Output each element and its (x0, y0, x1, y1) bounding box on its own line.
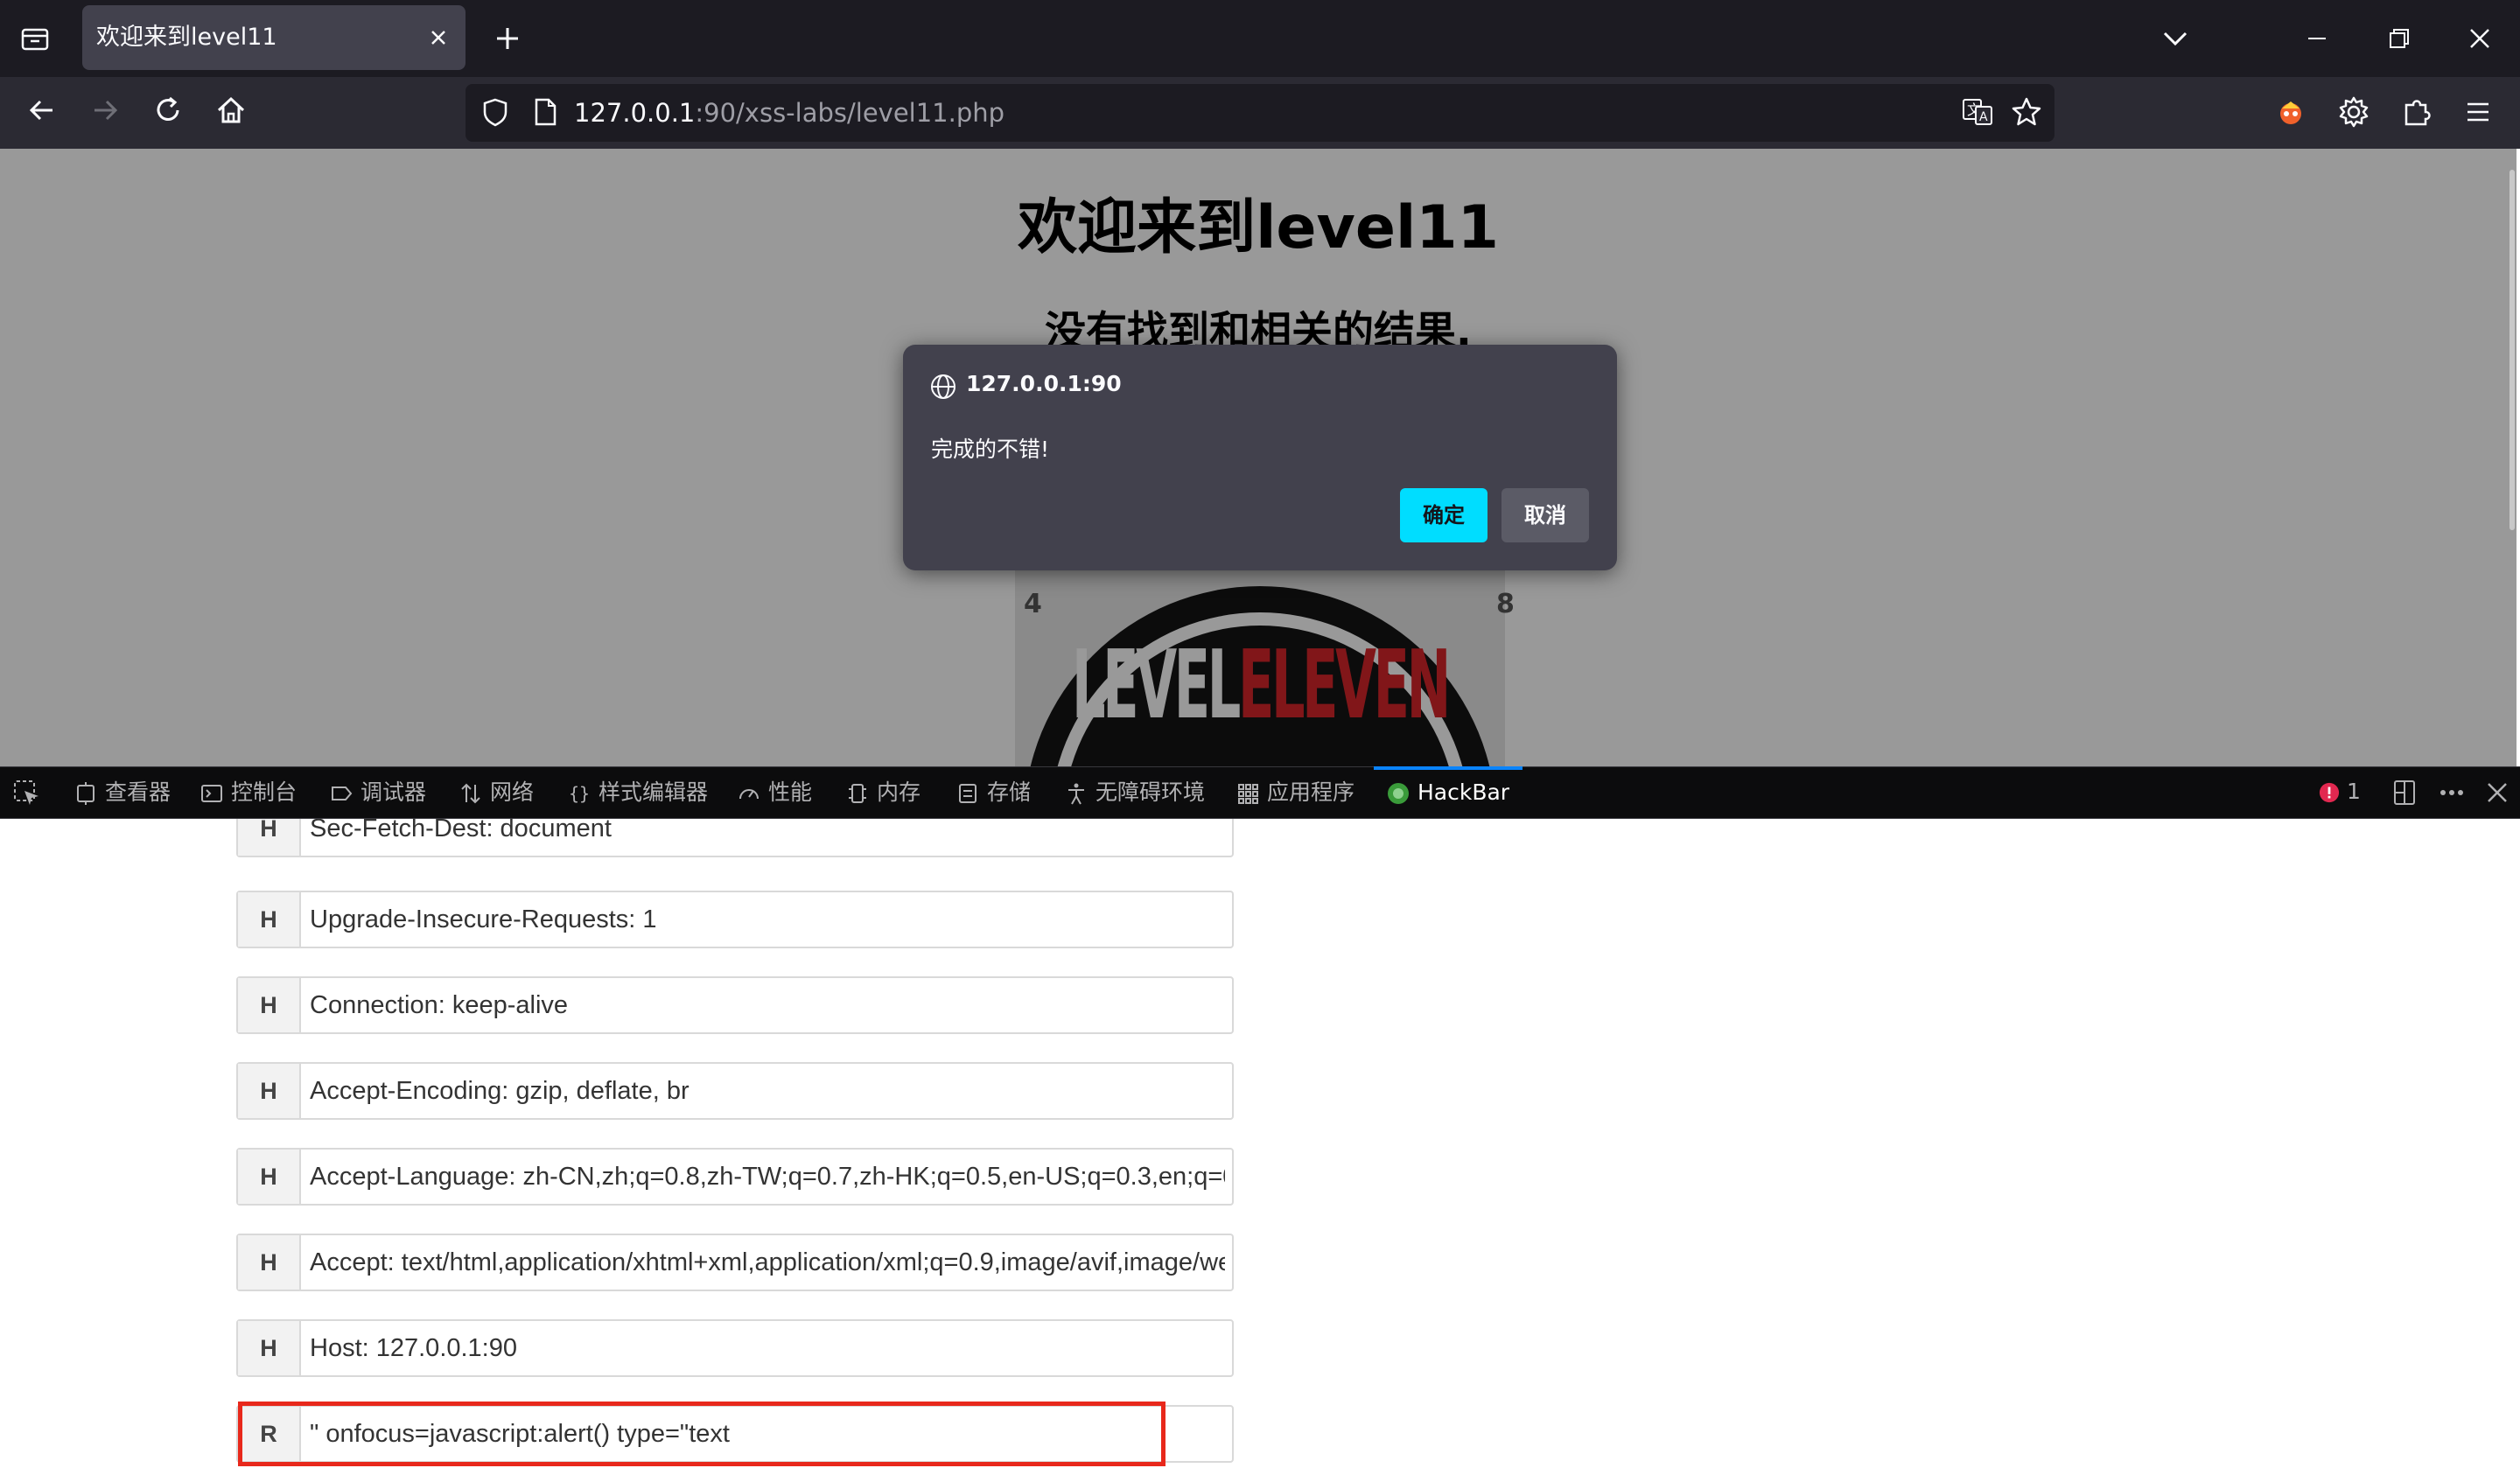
row-type-tag[interactable]: H (238, 1150, 301, 1204)
debugger-icon (332, 786, 353, 800)
page-icon[interactable] (530, 96, 560, 128)
svg-text:{}: {} (569, 783, 590, 804)
tab-storage[interactable]: 存储 (956, 767, 1031, 818)
devtools-toolbar: 查看器 控制台 调试器 网络 {} 样式编辑器 性能 内存 存储 无障碍环境 应用… (0, 766, 2520, 819)
minimize-icon[interactable] (2300, 23, 2334, 54)
forward-arrow-icon[interactable] (88, 93, 122, 128)
header-value-input[interactable]: Host: 127.0.0.1:90 (310, 1321, 1225, 1375)
network-icon (461, 783, 480, 804)
tab-memory-label: 内存 (877, 779, 921, 805)
highlight-annotation (238, 1402, 1166, 1466)
hackbar-icon (1388, 783, 1409, 804)
header-row[interactable]: H Accept-Language: zh-CN,zh;q=0.8,zh-TW;… (236, 1148, 1234, 1206)
alert-dialog: 127.0.0.1:90 完成的不错! 确定 取消 (903, 345, 1617, 570)
tab-accessibility-label: 无障碍环境 (1096, 779, 1206, 805)
url-text[interactable]: 127.0.0.1:90/xss-labs/level11.php (574, 84, 1004, 142)
tab-network-label: 网络 (490, 779, 535, 805)
dock-side-icon[interactable] (2390, 779, 2418, 807)
header-value-input[interactable]: Accept-Language: zh-CN,zh;q=0.8,zh-TW;q=… (310, 1150, 1225, 1204)
tab-accessibility[interactable]: 无障碍环境 (1064, 767, 1205, 818)
tab-style-editor[interactable]: {} 样式编辑器 (567, 767, 708, 818)
error-icon (2319, 782, 2340, 803)
close-window-icon[interactable] (2462, 21, 2497, 56)
tab-debugger[interactable]: 调试器 (329, 767, 426, 818)
url-host: 127.0.0.1 (574, 98, 696, 128)
tab-debugger-label: 调试器 (360, 779, 427, 805)
error-count: 1 (2346, 779, 2361, 804)
hackbar-extension-icon[interactable] (2272, 93, 2310, 131)
header-row[interactable]: H Accept-Encoding: gzip, deflate, br (236, 1062, 1234, 1120)
tab-title: 欢迎来到level11 (96, 24, 277, 51)
tab-application[interactable]: 应用程序 (1236, 767, 1354, 818)
row-type-tag[interactable]: H (238, 892, 301, 947)
more-options-icon[interactable] (2436, 779, 2468, 807)
dialog-message: 完成的不错! (931, 437, 1050, 462)
header-value-input[interactable]: Accept-Encoding: gzip, deflate, br (310, 1064, 1225, 1118)
header-row[interactable]: H Connection: keep-alive (236, 976, 1234, 1034)
row-type-tag[interactable]: H (238, 1321, 301, 1375)
storage-icon (959, 784, 976, 803)
memory-chip-icon (849, 784, 866, 803)
hamburger-menu-icon[interactable] (2459, 93, 2497, 131)
active-tab-indicator (1374, 766, 1522, 770)
console-icon (201, 785, 222, 802)
tab-performance-label: 性能 (768, 779, 813, 805)
braces-icon: {} (569, 783, 590, 804)
performance-gauge-icon (739, 789, 759, 800)
header-row[interactable]: H Upgrade-Insecure-Requests: 1 (236, 891, 1234, 948)
tab-application-label: 应用程序 (1267, 779, 1355, 805)
header-row[interactable]: H Sec-Fetch-Dest: document (236, 819, 1234, 857)
shield-icon[interactable] (478, 94, 513, 129)
close-tab-icon[interactable] (422, 21, 455, 54)
reload-icon[interactable] (150, 93, 186, 128)
back-arrow-icon[interactable] (24, 93, 60, 128)
app-grid-icon (1238, 784, 1258, 804)
tab-inspector[interactable]: 查看器 (74, 767, 171, 818)
translate-icon[interactable]: 文 A (1960, 94, 1995, 129)
tab-storage-label: 存储 (987, 779, 1032, 805)
url-path: :90/xss-labs/level11.php (695, 98, 1005, 128)
dialog-origin: 127.0.0.1:90 (966, 371, 1122, 396)
tab-style-editor-label: 样式编辑器 (598, 779, 709, 805)
row-type-tag[interactable]: H (238, 819, 301, 856)
hackbar-panel: H Sec-Fetch-Dest: document H Upgrade-Ins… (0, 819, 2520, 1482)
gear-icon[interactable] (2334, 93, 2373, 131)
header-value-input[interactable]: Connection: keep-alive (310, 978, 1225, 1032)
row-type-tag[interactable]: H (238, 978, 301, 1032)
row-type-tag[interactable]: H (238, 1235, 301, 1290)
active-tab[interactable]: 欢迎来到level11 (82, 5, 466, 70)
restore-icon[interactable] (2382, 21, 2417, 56)
page-scrollbar[interactable] (2510, 170, 2515, 530)
chevron-down-icon[interactable] (2158, 23, 2193, 54)
svg-text:A: A (1979, 110, 1988, 124)
tab-console[interactable]: 控制台 (200, 767, 297, 818)
tab-performance[interactable]: 性能 (737, 767, 812, 818)
header-row[interactable]: H Host: 127.0.0.1:90 (236, 1319, 1234, 1377)
home-icon[interactable] (214, 93, 248, 128)
error-count-badge[interactable]: 1 (2319, 766, 2361, 817)
close-devtools-icon[interactable] (2483, 779, 2511, 807)
header-value-input[interactable]: Upgrade-Insecure-Requests: 1 (310, 892, 1225, 947)
bookmark-star-icon[interactable] (2009, 94, 2044, 129)
row-type-tag[interactable]: H (238, 1064, 301, 1118)
extensions-puzzle-icon[interactable] (2398, 93, 2436, 131)
tab-inspector-label: 查看器 (105, 779, 172, 805)
ok-button[interactable]: 确定 (1400, 488, 1488, 542)
cancel-button[interactable]: 取消 (1502, 488, 1589, 542)
new-tab-icon[interactable] (490, 21, 525, 56)
accessibility-icon (1068, 783, 1084, 805)
tab-hackbar-label: HackBar (1418, 779, 1510, 805)
element-picker-icon[interactable] (12, 779, 42, 808)
inspector-icon (77, 782, 94, 805)
tab-hackbar[interactable]: HackBar (1386, 767, 1509, 818)
tab-memory[interactable]: 内存 (845, 767, 920, 818)
header-value-input[interactable]: Accept: text/html,application/xhtml+xml,… (310, 1235, 1225, 1290)
header-row[interactable]: H Accept: text/html,application/xhtml+xm… (236, 1234, 1234, 1291)
header-value-input[interactable]: Sec-Fetch-Dest: document (310, 819, 1225, 856)
tab-console-label: 控制台 (231, 779, 298, 805)
tab-list-icon[interactable] (18, 21, 52, 56)
globe-icon (931, 374, 956, 399)
tab-network[interactable]: 网络 (458, 767, 534, 818)
